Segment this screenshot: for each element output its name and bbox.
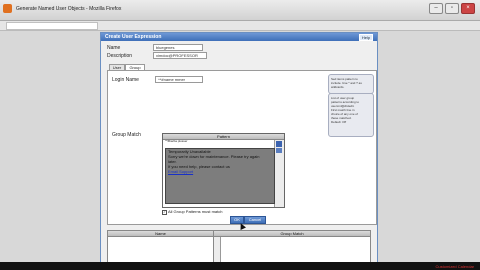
url-field[interactable] (6, 22, 98, 30)
close-button[interactable]: × (461, 3, 475, 14)
browser-title-bar: Generate Named User Objects - Mozilla Fi… (0, 0, 480, 21)
cancel-button[interactable]: Cancel (244, 216, 266, 224)
group-match-label: Group Match (112, 132, 141, 138)
group-tab-panel: Login Name ^*#name mmer Sed items patter… (107, 70, 377, 230)
tray-label: Customized Calendar (435, 264, 474, 269)
window-title: Generate Named User Objects - Mozilla Fi… (16, 6, 122, 12)
name-column (108, 237, 214, 264)
all-groups-checkbox[interactable]: ✓ (162, 210, 167, 215)
description-input[interactable]: ximdoc@PROFESSOR (153, 52, 207, 59)
help-button[interactable]: Help (359, 34, 373, 41)
dialog-title: Create User Expression (105, 34, 162, 40)
table-scrollbar[interactable] (214, 237, 221, 264)
name-input[interactable]: bluegenes (153, 44, 203, 51)
pattern-list: Pattern ^*#barba plosser Temporarily Una… (162, 133, 285, 208)
address-toolbar (0, 21, 480, 31)
expressions-table: Name Group Match (107, 230, 371, 265)
group-help-note: List of user group patterns according to… (328, 93, 374, 137)
firefox-icon (3, 4, 12, 13)
create-user-expression-dialog: Create User Expression Help Name bluegen… (100, 32, 378, 265)
maintenance-message: Temporarily Unavailable Sorry we're down… (165, 148, 275, 204)
login-name-label: Login Name (112, 77, 139, 83)
add-pattern-button[interactable] (276, 141, 282, 147)
window-controls: – ▫ × (429, 3, 475, 14)
name-column-header[interactable]: Name (108, 231, 214, 236)
all-groups-label: All Group Patterns must match (168, 209, 223, 214)
pattern-list-item[interactable]: ^*#barba plosser (163, 140, 276, 146)
pattern-scrollbar[interactable] (274, 140, 284, 207)
maximize-button[interactable]: ▫ (445, 3, 459, 14)
email-support-link[interactable]: Email Support (166, 169, 274, 174)
login-help-note: Sed items pattern to include. Use * and … (328, 74, 374, 94)
login-name-input[interactable]: ^*#name mmer (155, 76, 203, 83)
minimize-button[interactable]: – (429, 3, 443, 14)
error-line: Sorry we're down for maintenance. Please… (168, 154, 260, 159)
screen: Generate Named User Objects - Mozilla Fi… (0, 0, 480, 270)
taskbar: Customized Calendar (0, 262, 480, 270)
group-match-column-header[interactable]: Group Match (214, 231, 370, 236)
name-label: Name (107, 45, 121, 51)
dialog-header: Create User Expression Help (101, 33, 377, 41)
page-content: Create User Expression Help Name bluegen… (0, 31, 480, 265)
description-label: Description (107, 53, 133, 59)
remove-pattern-button[interactable] (276, 148, 282, 153)
